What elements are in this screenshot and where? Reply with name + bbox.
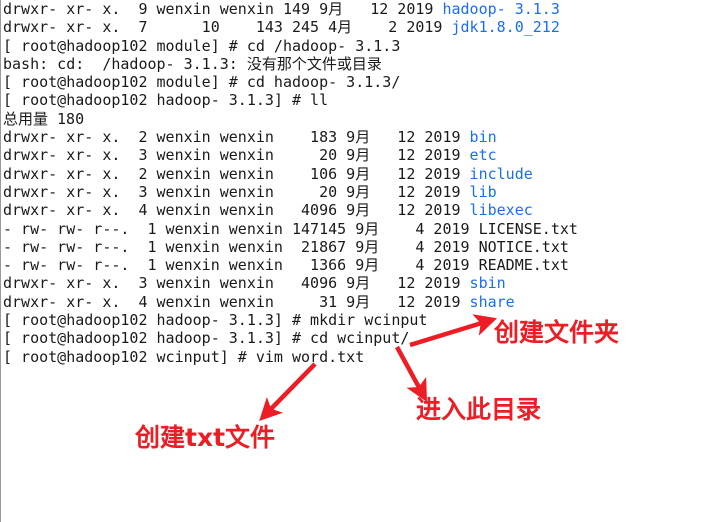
dir-name: etc — [469, 146, 497, 165]
annotation-create-folder: 创建文件夹 — [494, 318, 620, 347]
line-text: [ root@hadoop102 wcinput] # vim word.txt — [3, 347, 365, 366]
line-text: - rw- rw- r--. 1 wenxin wenxin 1366 9月 4… — [3, 256, 569, 275]
dir-name: lib — [469, 182, 497, 201]
terminal-line: - rw- rw- r--. 1 wenxin wenxin 21867 9月 … — [3, 238, 703, 256]
terminal-line: [ root@hadoop102 module] # cd hadoop- 3.… — [3, 73, 703, 91]
terminal-line: drwxr- xr- x. 4 wenxin wenxin 4096 9月 12… — [3, 201, 703, 219]
line-text: drwxr- xr- x. 2 wenxin wenxin 183 9月 12 … — [3, 128, 470, 147]
line-text: drwxr- xr- x. 3 wenxin wenxin 20 9月 12 2… — [3, 146, 470, 165]
line-text: drwxr- xr- x. 2 wenxin wenxin 106 9月 12 … — [3, 164, 470, 183]
terminal-line: drwxr- xr- x. 3 wenxin wenxin 20 9月 12 2… — [3, 183, 703, 201]
dir-name: jdk1.8.0_212 — [451, 18, 560, 37]
line-text: drwxr- xr- x. 3 wenxin wenxin 4096 9月 12… — [3, 274, 470, 293]
arrow-to-create-txt-file — [259, 362, 317, 422]
terminal-line: [ root@hadoop102 module] # cd /hadoop- 3… — [3, 37, 703, 55]
line-text: - rw- rw- r--. 1 wenxin wenxin 21867 9月 … — [3, 237, 569, 256]
line-text: drwxr- xr- x. 7 10 143 245 4月 2 2019 — [3, 18, 452, 37]
terminal-line: drwxr- xr- x. 2 wenxin wenxin 106 9月 12 … — [3, 165, 703, 183]
annotation-create-txt-file: 创建txt文件 — [135, 423, 276, 452]
line-text: 总用量 180 — [3, 109, 85, 128]
line-text: [ root@hadoop102 module] # cd hadoop- 3.… — [3, 73, 401, 92]
dir-name: share — [469, 292, 515, 311]
line-text: [ root@hadoop102 hadoop- 3.1.3] # ll — [3, 91, 329, 110]
line-text: drwxr- xr- x. 9 wenxin wenxin 149 9月 12 … — [3, 0, 443, 18]
terminal-screenshot: drwxr- xr- x. 9 wenxin wenxin 149 9月 12 … — [0, 0, 705, 522]
terminal-line: drwxr- xr- x. 9 wenxin wenxin 149 9月 12 … — [3, 0, 703, 18]
line-text: drwxr- xr- x. 4 wenxin wenxin 31 9月 12 2… — [3, 292, 470, 311]
left-edge-rule — [0, 0, 1, 522]
line-text: drwxr- xr- x. 3 wenxin wenxin 20 9月 12 2… — [3, 182, 470, 201]
dir-name: sbin — [469, 274, 506, 293]
terminal-line: drwxr- xr- x. 3 wenxin wenxin 20 9月 12 2… — [3, 146, 703, 164]
terminal-line: drwxr- xr- x. 7 10 143 245 4月 2 2019 jdk… — [3, 18, 703, 36]
dir-name: include — [469, 164, 533, 183]
terminal-line: [ root@hadoop102 wcinput] # vim word.txt — [3, 348, 703, 366]
terminal-line: - rw- rw- r--. 1 wenxin wenxin 147145 9月… — [3, 220, 703, 238]
line-text: - rw- rw- r--. 1 wenxin wenxin 147145 9月… — [3, 219, 578, 238]
annotation-enter-directory: 进入此目录 — [416, 395, 542, 424]
dir-name: libexec — [469, 201, 533, 220]
line-text: bash: cd: /hadoop- 3.1.3: 没有那个文件或目录 — [3, 54, 382, 73]
dir-name: hadoop- 3.1.3 — [442, 0, 560, 18]
line-text: [ root@hadoop102 hadoop- 3.1.3] # cd wci… — [3, 329, 410, 348]
terminal-line: drwxr- xr- x. 2 wenxin wenxin 183 9月 12 … — [3, 128, 703, 146]
terminal-line: [ root@hadoop102 hadoop- 3.1.3] # ll — [3, 91, 703, 109]
terminal-line: drwxr- xr- x. 3 wenxin wenxin 4096 9月 12… — [3, 274, 703, 292]
line-text: drwxr- xr- x. 4 wenxin wenxin 4096 9月 12… — [3, 201, 470, 220]
dir-name: bin — [469, 128, 497, 147]
line-text: [ root@hadoop102 hadoop- 3.1.3] # mkdir … — [3, 311, 428, 330]
terminal-line: bash: cd: /hadoop- 3.1.3: 没有那个文件或目录 — [3, 55, 703, 73]
terminal-output[interactable]: drwxr- xr- x. 9 wenxin wenxin 149 9月 12 … — [3, 0, 703, 366]
terminal-line: - rw- rw- r--. 1 wenxin wenxin 1366 9月 4… — [3, 256, 703, 274]
terminal-line: 总用量 180 — [3, 110, 703, 128]
line-text: [ root@hadoop102 module] # cd /hadoop- 3… — [3, 36, 401, 55]
terminal-line: drwxr- xr- x. 4 wenxin wenxin 31 9月 12 2… — [3, 293, 703, 311]
